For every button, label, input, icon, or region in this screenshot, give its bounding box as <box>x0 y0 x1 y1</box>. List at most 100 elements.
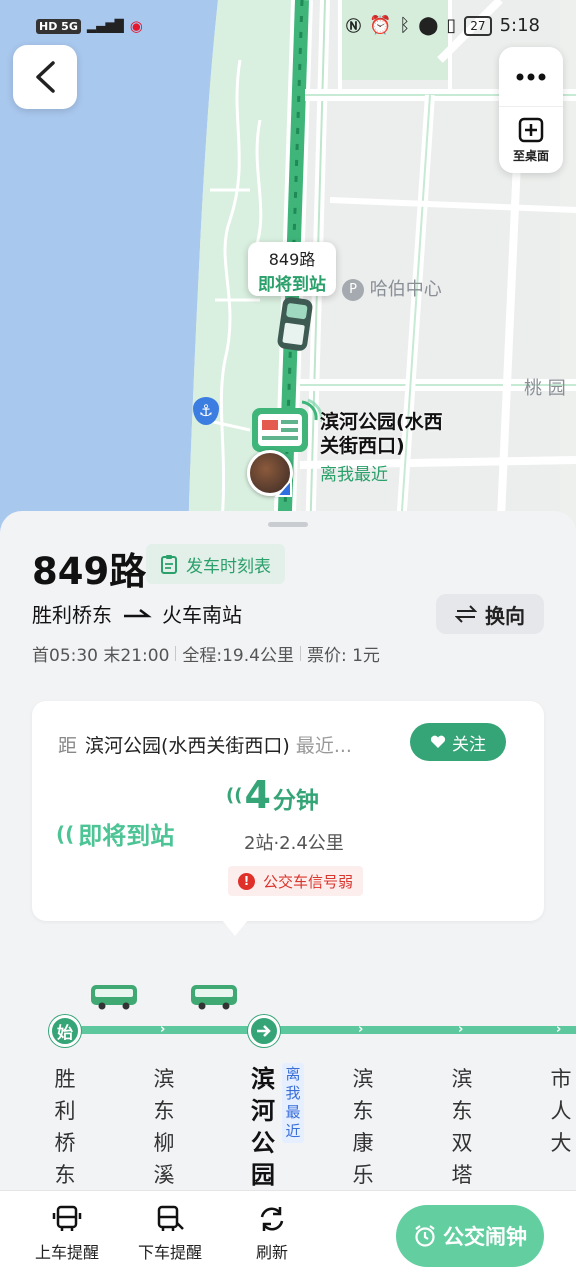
chevron-left-icon <box>36 61 55 93</box>
alighting-reminder-button[interactable]: 下车提醒 <box>130 1205 210 1263</box>
follow-button[interactable]: 关注 <box>410 723 506 761</box>
route-stop[interactable]: 滨东康乐 <box>348 1063 378 1191</box>
battery-indicator: 27 <box>464 15 492 36</box>
route-strip[interactable]: › › › › 始 胜利桥东 滨东柳溪 滨河公园 离我最近 滨东康乐 滨东双塔 … <box>0 971 576 1191</box>
bus-alarm-button[interactable]: 公交闹钟 <box>396 1205 544 1267</box>
chevron-right-icon: › <box>556 1022 562 1037</box>
alighting-reminder-label: 下车提醒 <box>137 1243 202 1262</box>
alarm-clock-icon: ⏰ <box>369 15 392 36</box>
bus-alight-icon <box>157 1205 184 1231</box>
arriving-label: 即将到站 <box>78 822 175 850</box>
card-pointer <box>222 920 248 936</box>
boarding-reminder-button[interactable]: 上车提醒 <box>27 1205 107 1263</box>
schedule-icon <box>161 555 177 574</box>
origin-stop: 胜利桥东 <box>32 603 112 627</box>
clock: 5:18 <box>499 15 540 36</box>
arrow-right-icon <box>257 1025 271 1037</box>
map-view[interactable]: HD 5G ▂▄▆█ ◉ Ⓝ ⏰ ᛒ ⬤ ▯ 27 5:18 至桌面 P 哈伯中… <box>0 0 576 540</box>
stop-name-line1: 滨河公园(水西 <box>320 411 443 433</box>
bubble-status: 即将到站 <box>258 275 326 295</box>
bus-marker-icon[interactable] <box>276 296 318 354</box>
poi-harbor-center[interactable]: P 哈伯中心 <box>342 275 442 301</box>
alarm-clock-icon <box>415 1225 435 1247</box>
nearest-tag: 离我最近 <box>320 465 388 485</box>
sheet-drag-handle[interactable] <box>268 522 308 527</box>
refresh-button[interactable]: 刷新 <box>232 1205 312 1263</box>
total-length: 全程:19.4公里 <box>182 646 294 666</box>
bus-icon[interactable] <box>190 983 238 1011</box>
realtime-signal-icon: (( <box>56 821 75 846</box>
add-square-icon <box>518 117 544 142</box>
switch-direction-label: 换向 <box>485 603 525 628</box>
boarding-reminder-label: 上车提醒 <box>34 1243 99 1262</box>
direction-arrow-icon <box>124 608 152 617</box>
swap-icon <box>455 605 477 623</box>
bus-board-icon <box>52 1205 82 1231</box>
route-stop[interactable]: 胜利桥东 <box>50 1063 80 1191</box>
weibo-icon: ◉ <box>129 17 143 35</box>
location-arrow-icon <box>275 478 292 497</box>
chevron-right-icon: › <box>458 1022 464 1037</box>
add-to-desktop-label: 至桌面 <box>512 148 549 163</box>
chevron-right-icon: › <box>358 1022 364 1037</box>
destination-stop: 火车南站 <box>162 603 242 627</box>
bus-detail-sheet: 849路 发车时刻表 胜利桥东 火车南站 换向 首05:30 末21:00 全程… <box>0 511 576 1280</box>
route-stop[interactable]: 滨东柳溪 <box>149 1063 179 1191</box>
nearest-stop-label[interactable]: 滨河公园(水西 关街西口) 离我最近 <box>320 410 443 485</box>
map-side-tools: 至桌面 <box>499 47 563 173</box>
fare: 票价: 1元 <box>306 646 380 666</box>
bubble-line-name: 849路 <box>268 250 316 269</box>
timetable-button[interactable]: 发车时刻表 <box>146 544 285 584</box>
network-indicator: HD 5G <box>36 18 81 34</box>
card-nearest-suffix: 最近... <box>295 735 352 757</box>
warning-icon: ! <box>238 872 255 890</box>
arriving-status: (( 即将到站 <box>56 816 174 851</box>
follow-label: 关注 <box>452 734 486 755</box>
chevron-right-icon: › <box>160 1022 166 1037</box>
weak-signal-warning: ! 公交车信号弱 <box>228 866 364 896</box>
switch-direction-button[interactable]: 换向 <box>436 594 544 634</box>
bluetooth-icon: ᛒ <box>399 15 411 36</box>
line-direction: 胜利桥东 火车南站 <box>32 599 242 628</box>
more-button[interactable] <box>499 47 563 107</box>
nearest-stop-tag: 离我最近 <box>282 1063 304 1143</box>
signal-icon: ▂▄▆█ <box>86 19 124 33</box>
line-name: 849路 <box>32 550 147 593</box>
location-icon: ⬤ <box>418 15 439 36</box>
back-button[interactable] <box>13 45 77 109</box>
status-bar: HD 5G ▂▄▆█ ◉ Ⓝ ⏰ ᛒ ⬤ ▯ 27 5:18 <box>0 0 576 56</box>
bus-alarm-label: 公交闹钟 <box>443 1225 527 1249</box>
bus-info-bubble[interactable]: 849路 即将到站 <box>248 242 336 296</box>
current-stop-marker <box>248 1015 280 1047</box>
service-hours: 首05:30 末21:00 <box>32 646 170 666</box>
refresh-icon <box>260 1207 284 1231</box>
start-stop-badge: 始 <box>49 1015 81 1047</box>
divider <box>175 646 177 661</box>
route-stop[interactable]: 滨东双塔 <box>447 1063 477 1191</box>
stop-name-line2: 关街西口) <box>320 435 405 457</box>
poi-pin-icon: P <box>342 279 364 301</box>
vibrate-icon: ▯ <box>446 15 457 36</box>
divider <box>299 646 301 661</box>
card-stop-name: 滨河公园(水西关街西口) <box>85 735 290 757</box>
line-meta: 首05:30 末21:00 全程:19.4公里 票价: 1元 <box>32 641 380 666</box>
bus-icon[interactable] <box>90 983 138 1011</box>
poi-taoyuan: 桃 园 <box>524 378 566 399</box>
card-stop-header[interactable]: 距滨河公园(水西关街西口) 最近... <box>58 731 398 758</box>
distance-prefix: 距 <box>58 735 78 757</box>
realtime-signal-icon: (( <box>226 784 243 806</box>
bottom-action-bar: 上车提醒 下车提醒 刷新 公交闹钟 <box>0 1190 576 1280</box>
signal-warning-text: 公交车信号弱 <box>263 872 354 891</box>
eta-unit: 分钟 <box>272 788 319 814</box>
add-to-desktop-button[interactable]: 至桌面 <box>499 107 563 173</box>
refresh-label: 刷新 <box>255 1243 288 1262</box>
route-stop-current[interactable]: 滨河公园 <box>248 1063 278 1191</box>
timetable-label: 发车时刻表 <box>186 556 271 577</box>
eta-display: (( 4 分钟 <box>226 773 319 817</box>
heart-icon <box>430 735 446 748</box>
route-stop[interactable]: 市人大 <box>546 1063 576 1159</box>
eta-value: 4 <box>244 773 271 817</box>
route-line <box>64 1026 576 1034</box>
stops-distance: 2站·2.4公里 <box>244 833 344 854</box>
arrival-card: 距滨河公园(水西关街西口) 最近... 关注 (( 即将到站 (( 4 分钟 2站… <box>32 701 544 921</box>
